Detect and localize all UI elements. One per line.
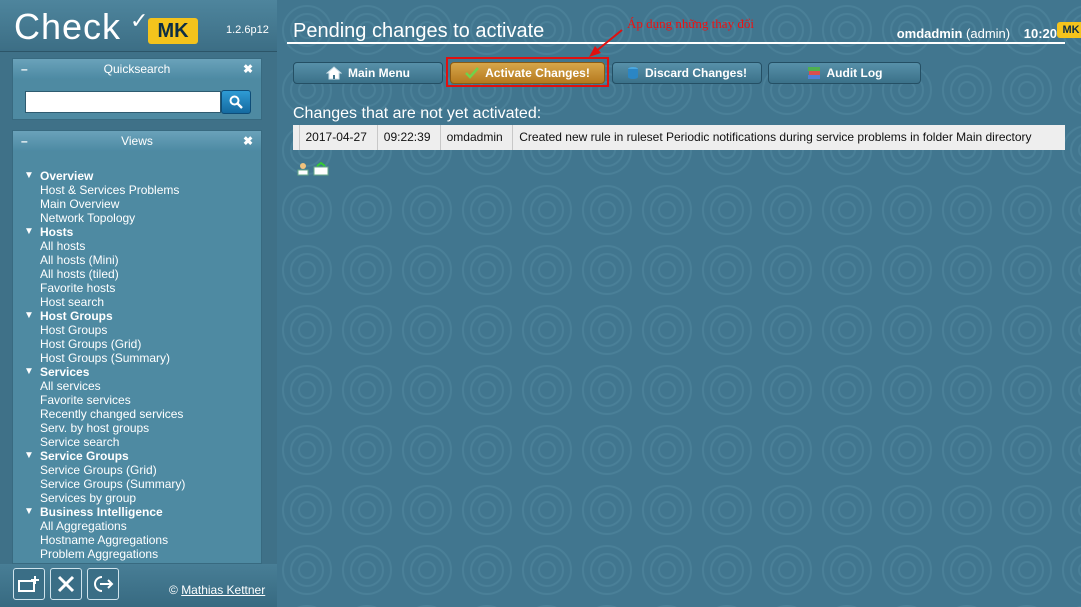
table-row: 2017-04-27 09:22:39 omdadmin Created new ru… — [293, 125, 1065, 150]
folder-transfer-icon[interactable] — [313, 162, 329, 176]
quicksearch-header[interactable]: – Quicksearch ✖ — [13, 59, 261, 79]
tools-icon — [57, 575, 75, 593]
views-list: OverviewHost & Services ProblemsMain Ove… — [13, 151, 261, 563]
copyright-symbol: © — [169, 583, 178, 597]
changes-table: 2017-04-27 09:22:39 omdadmin Created new ru… — [293, 125, 1065, 150]
quicksearch-title: Quicksearch — [103, 62, 171, 76]
views-link[interactable]: Service Groups (Summary) — [23, 477, 261, 491]
checkmk-logo-text[interactable]: Check — [14, 6, 121, 48]
views-link[interactable]: Network Topology — [23, 211, 261, 225]
minimize-icon[interactable]: – — [21, 59, 28, 79]
activate-highlight-box — [446, 57, 609, 87]
views-link[interactable]: Hostname Aggregations — [23, 533, 261, 547]
views-group[interactable]: Service Groups — [23, 449, 261, 463]
views-link[interactable]: All Aggregations — [23, 519, 261, 533]
row-actions — [296, 162, 329, 176]
version-label: 1.2.6p12 — [226, 24, 269, 36]
views-group[interactable]: Host Groups — [23, 309, 261, 323]
quicksearch-input[interactable] — [25, 91, 221, 113]
views-link[interactable]: Serv. by host groups — [23, 421, 261, 435]
search-button[interactable] — [221, 90, 251, 114]
copyright-link[interactable]: Mathias Kettner — [181, 583, 265, 597]
views-link[interactable]: Host Groups — [23, 323, 261, 337]
change-time-cell: 09:22:39 — [376, 125, 441, 150]
views-link[interactable]: Host Groups (Grid) — [23, 337, 261, 351]
views-title: Views — [121, 134, 153, 148]
views-group[interactable]: Business Intelligence — [23, 505, 261, 519]
audit-log-label: Audit Log — [826, 66, 883, 80]
copyright: © Mathias Kettner — [169, 583, 265, 597]
views-link[interactable]: Service Groups (Grid) — [23, 463, 261, 477]
change-date-cell: 2017-04-27 — [298, 125, 378, 150]
views-link[interactable]: Service search — [23, 435, 261, 449]
sidebar: Check ✓ MK 1.2.6p12 – Quicksearch ✖ – Vi… — [0, 0, 277, 607]
change-user-cell: omdadmin — [439, 125, 513, 150]
close-icon[interactable]: ✖ — [243, 131, 253, 151]
views-link[interactable]: Recently changed services — [23, 407, 261, 421]
minimize-icon[interactable]: – — [21, 131, 28, 151]
views-link[interactable]: All hosts — [23, 239, 261, 253]
close-icon[interactable]: ✖ — [243, 59, 253, 79]
logo-mk-badge[interactable]: MK — [148, 18, 198, 44]
views-link[interactable]: All hosts (tiled) — [23, 267, 261, 281]
add-snapin-icon — [18, 576, 39, 592]
views-header[interactable]: – Views ✖ — [13, 131, 261, 151]
views-link[interactable]: Host search — [23, 295, 261, 309]
home-icon — [326, 66, 342, 80]
views-link[interactable]: Problem Aggregations — [23, 547, 261, 561]
changes-title: Changes that are not yet activated: — [293, 105, 542, 122]
main-content: Pending changes to activate omdadmin (ad… — [277, 0, 1081, 607]
books-icon — [807, 67, 820, 79]
search-icon — [229, 95, 243, 109]
settings-button[interactable] — [50, 568, 82, 600]
audit-log-button[interactable]: Audit Log — [768, 62, 921, 84]
user-upload-icon[interactable] — [296, 162, 310, 176]
views-link[interactable]: Host Groups (Summary) — [23, 351, 261, 365]
quicksearch-snapin: – Quicksearch ✖ — [12, 58, 262, 120]
add-snapin-button[interactable] — [13, 568, 45, 600]
views-link[interactable]: Services by group — [23, 491, 261, 505]
discard-changes-button[interactable]: Discard Changes! — [612, 62, 762, 84]
annotation-arrow-icon — [589, 29, 623, 57]
main-menu-label: Main Menu — [348, 66, 410, 80]
discard-changes-label: Discard Changes! — [644, 66, 748, 80]
logo-checkmark-icon: ✓ — [130, 8, 149, 33]
views-group[interactable]: Services — [23, 365, 261, 379]
sidebar-footer: © Mathias Kettner — [0, 564, 277, 607]
views-group[interactable]: Hosts — [23, 225, 261, 239]
logout-icon — [94, 576, 114, 592]
logout-button[interactable] — [87, 568, 119, 600]
views-snapin: – Views ✖ OverviewHost & Services Proble… — [12, 130, 262, 564]
views-link[interactable]: Host & Services Problems — [23, 183, 261, 197]
views-link[interactable]: All hosts (Mini) — [23, 253, 261, 267]
database-icon — [627, 67, 638, 79]
views-link[interactable]: Favorite services — [23, 393, 261, 407]
change-text-cell: Created new rule in ruleset Periodic not… — [512, 125, 1065, 150]
views-group[interactable]: Overview — [23, 169, 261, 183]
views-link[interactable]: All services — [23, 379, 261, 393]
views-link[interactable]: Main Overview — [23, 197, 261, 211]
views-link[interactable]: Favorite hosts — [23, 281, 261, 295]
main-menu-button[interactable]: Main Menu — [293, 62, 443, 84]
sidebar-header: Check ✓ MK 1.2.6p12 — [0, 0, 277, 52]
